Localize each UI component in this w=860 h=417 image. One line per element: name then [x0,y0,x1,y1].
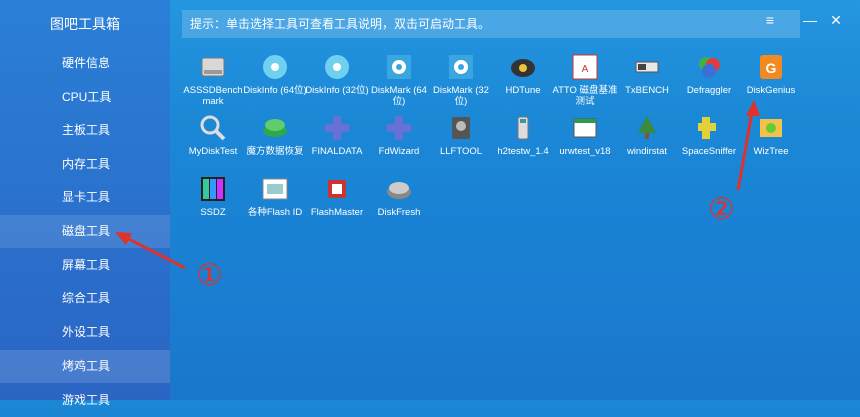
hdtune-icon [511,59,535,77]
urwtest-icon [573,118,597,138]
recovery-icon [263,119,287,137]
tool-diskinfo-64[interactable]: DiskInfo (64位) [242,52,308,96]
sidebar-item-peripheral[interactable]: 外设工具 [0,316,170,349]
annotation-two: ② [708,192,735,227]
minimize-button[interactable]: — [800,12,820,28]
sidebar-item-disk[interactable]: 磁盘工具 [0,215,170,248]
tool-urwtest[interactable]: urwtest_v18 [552,113,618,157]
tool-mydisktest[interactable]: MyDiskTest [180,113,246,157]
atto-icon: A [572,54,598,80]
sidebar: 图吧工具箱 硬件信息 CPU工具 主板工具 内存工具 显卡工具 磁盘工具 屏幕工… [0,0,170,407]
ssdz-icon [201,177,225,201]
flashid-icon [262,178,288,200]
close-button[interactable]: ✕ [826,12,846,29]
svg-text:G: G [766,60,777,76]
tool-fdwizard[interactable]: FdWizard [366,113,432,157]
tool-ssdz[interactable]: SSDZ [180,174,246,218]
tool-wiztree[interactable]: WizTree [738,113,804,157]
tool-recovery[interactable]: 魔方数据恢复 [242,113,308,157]
tool-diskgenius[interactable]: G DiskGenius [738,52,804,96]
app-title: 图吧工具箱 [50,16,120,32]
spacesniffer-icon [698,117,716,139]
svg-text:A: A [582,64,589,75]
sidebar-item-memory[interactable]: 内存工具 [0,148,170,181]
sidebar-item-stress[interactable]: 烤鸡工具 [0,350,170,383]
finaldata-icon [325,116,349,140]
fdwizard-icon [387,116,411,140]
tool-txbench[interactable]: TxBENCH [614,52,680,96]
sidebar-item-gpu[interactable]: 显卡工具 [0,181,170,214]
tool-diskmark-64[interactable]: DiskMark (64位) [366,52,432,107]
disk-info-icon [263,55,287,79]
tool-finaldata[interactable]: FINALDATA [304,113,370,157]
drive-icon [201,57,225,77]
tool-hdtune[interactable]: HDTune [490,52,556,96]
sidebar-item-game[interactable]: 游戏工具 [0,384,170,417]
tool-flashid[interactable]: 各种Flash ID [242,174,308,218]
tool-spacesniffer[interactable]: SpaceSniffer [676,113,742,157]
defraggler-icon [699,57,720,78]
tool-flashmaster[interactable]: FlashMaster [304,174,370,218]
sidebar-item-screen[interactable]: 屏幕工具 [0,249,170,282]
txbench-icon [635,61,659,73]
llftool-icon [452,117,470,139]
tool-h2testw[interactable]: h2testw_1.4 [490,113,556,157]
diskgenius-icon: G [760,55,782,79]
wiztree-icon [760,119,782,137]
diskmark-icon [387,55,411,79]
tool-windirstat[interactable]: windirstat [614,113,680,157]
menu-icon[interactable]: ≡ [760,12,780,28]
mydisktest-icon [200,115,226,141]
diskmark-icon [449,55,473,79]
sidebar-item-cpu[interactable]: CPU工具 [0,81,170,114]
tool-diskfresh[interactable]: DiskFresh [366,174,432,218]
sidebar-item-hardware-info[interactable]: 硬件信息 [0,47,170,80]
flashmaster-icon [328,180,346,198]
tool-defraggler[interactable]: Defraggler [676,52,742,96]
tool-llftool[interactable]: LLFTOOL [428,113,494,157]
sidebar-item-motherboard[interactable]: 主板工具 [0,114,170,147]
tool-diskinfo-32[interactable]: DiskInfo (32位) [304,52,370,96]
windirstat-icon [638,116,656,139]
sidebar-item-general[interactable]: 综合工具 [0,282,170,315]
annotation-one: ① [196,258,223,293]
tool-atto[interactable]: A ATTO 磁盘基准测试 [552,52,618,107]
disk-info-icon [325,55,349,79]
tool-assssdbenchmark[interactable]: ASSSDBenchmark [180,52,246,107]
diskfresh-icon [387,182,411,199]
hint-bar: 提示：单击选择工具可查看工具说明，双击可启动工具。 [182,10,800,38]
h2testw-icon [517,116,529,140]
main-panel: 提示：单击选择工具可查看工具说明，双击可启动工具。 ≡ — ✕ ASSSDBen… [170,0,860,400]
tool-diskmark-32[interactable]: DiskMark (32位) [428,52,494,107]
